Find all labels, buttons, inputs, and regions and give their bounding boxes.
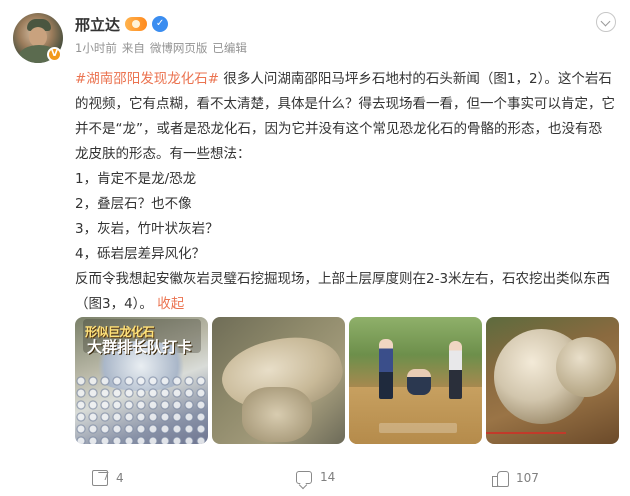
image-grid: 形似巨龙化石 大群排长队打卡 <box>75 317 619 444</box>
author-name[interactable]: 邢立达 <box>75 14 120 35</box>
rock-texture <box>75 375 208 444</box>
edited-label[interactable]: 已编辑 <box>212 40 247 56</box>
worker-figure <box>407 369 431 395</box>
verified-check-icon[interactable]: ✓ <box>152 16 169 32</box>
share-icon <box>92 470 108 486</box>
verified-v-icon: V <box>47 47 62 62</box>
image-watermark <box>379 423 457 433</box>
comment-icon <box>296 470 312 484</box>
source-label: 来自 <box>121 41 145 55</box>
hashtag-link[interactable]: #湖南邵阳发现龙化石# <box>75 71 219 87</box>
source-client: 微博网页版 <box>149 41 208 55</box>
chevron-down-icon[interactable] <box>596 12 616 32</box>
comment-count: 14 <box>320 470 336 484</box>
measure-line <box>486 432 566 434</box>
boulder-shape <box>556 337 616 397</box>
avatar-face <box>29 27 47 47</box>
weibo-post-card: V 邢立达 ✓ 1小时前 来自 微博网页版 已编辑 #湖南邵阳发现龙化石# 很多… <box>0 0 630 496</box>
like-count: 107 <box>516 471 539 485</box>
author-row: 邢立达 ✓ <box>75 14 169 35</box>
thumbs-up-icon <box>492 470 509 487</box>
image-caption-main: 大群排长队打卡 <box>87 338 193 356</box>
collapse-link[interactable]: 收起 <box>157 296 184 312</box>
like-button[interactable]: 107 <box>492 470 539 487</box>
action-bar: 4 14 107 <box>0 460 630 496</box>
post-closing-text: 反而令我想起安徽灰岩灵璧石挖掘现场，上部土层厚度则在2-3米左右，石农挖出类似东… <box>75 271 611 312</box>
member-badge-icon[interactable] <box>125 17 148 31</box>
worker-figure <box>379 339 393 399</box>
post-image-3[interactable] <box>349 317 482 444</box>
rock-shape <box>242 387 312 442</box>
list-item: 4，砾岩层差异风化？ <box>75 246 206 262</box>
post-text: #湖南邵阳发现龙化石# 很多人问湖南邵阳马坪乡石地村的石头新闻（图1，2）。这个… <box>75 67 615 317</box>
share-count: 4 <box>116 471 124 485</box>
post-image-1[interactable]: 形似巨龙化石 大群排长队打卡 <box>75 317 208 444</box>
post-intro: #湖南邵阳发现龙化石# 很多人问湖南邵阳马坪乡石地村的石头新闻（图1，2）。这个… <box>75 71 615 162</box>
post-image-2[interactable] <box>212 317 345 444</box>
list-item: 2，叠层石？也不像 <box>75 196 192 212</box>
dig-site-ground <box>349 387 482 444</box>
post-meta: 1小时前 来自 微博网页版 已编辑 <box>75 40 247 56</box>
worker-figure <box>449 341 462 399</box>
post-time[interactable]: 1小时前 <box>75 40 117 56</box>
list-item: 1，肯定不是龙/恐龙 <box>75 171 197 187</box>
share-button[interactable]: 4 <box>92 470 124 486</box>
comment-button[interactable]: 14 <box>296 470 335 484</box>
post-image-4[interactable] <box>486 317 619 444</box>
post-closing: 反而令我想起安徽灰岩灵璧石挖掘现场，上部土层厚度则在2-3米左右，石农挖出类似东… <box>75 267 615 317</box>
list-item: 3，灰岩，竹叶状灰岩？ <box>75 221 219 237</box>
